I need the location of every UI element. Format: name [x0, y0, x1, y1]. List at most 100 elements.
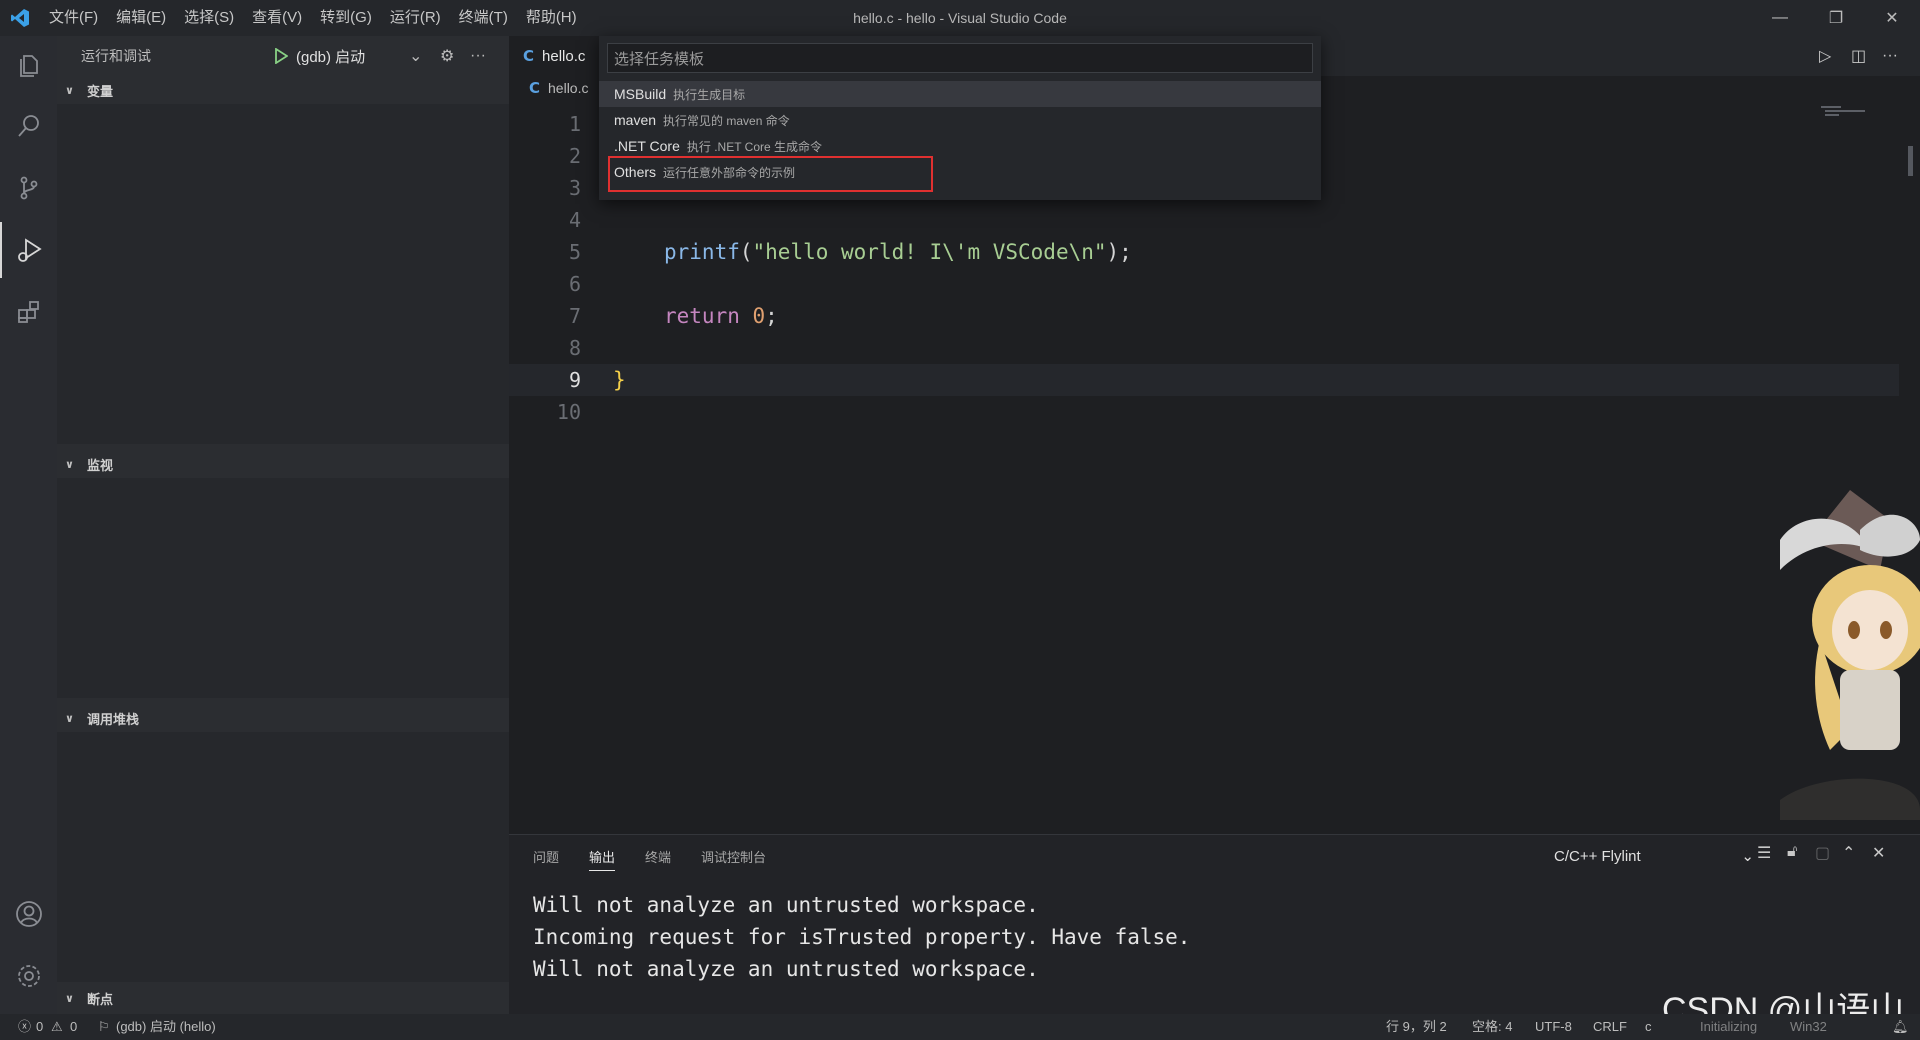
menu-edit[interactable]: 编辑(E) — [107, 0, 175, 36]
run-file-icon[interactable]: ▷ — [1819, 36, 1831, 76]
menu-go[interactable]: 转到(G) — [311, 0, 381, 36]
menu-selection[interactable]: 选择(S) — [175, 0, 243, 36]
chevron-down-icon: ∨ — [65, 84, 74, 97]
chevron-down-icon: ⌄ — [1741, 848, 1754, 865]
quickpick-item-desc: 执行生成目标 — [673, 87, 746, 102]
end-of-line[interactable]: CRLF — [1593, 1014, 1627, 1040]
run-config-label: (gdb) 启动 — [296, 48, 366, 66]
menu-bar: 文件(F) 编辑(E) 选择(S) 查看(V) 转到(G) 运行(R) 终端(T… — [40, 0, 586, 36]
tab-terminal[interactable]: 终端 — [645, 847, 671, 871]
variables-panel — [57, 104, 509, 444]
maximize-panel-icon[interactable]: ⌃ — [1842, 843, 1855, 863]
menu-file[interactable]: 文件(F) — [40, 0, 107, 36]
quickpick-input[interactable]: 选择任务模板 — [607, 43, 1313, 73]
quickpick-item-msbuild[interactable]: MSBuild 执行生成目标 — [599, 81, 1321, 107]
minimap[interactable] — [1811, 104, 1881, 118]
code-line: 7 return 0; — [509, 300, 1899, 332]
code-token-keyword: return — [664, 304, 740, 328]
window-controls: — ❐ ✕ — [1752, 0, 1920, 36]
more-actions-icon[interactable]: ··· — [470, 36, 486, 76]
menu-view[interactable]: 查看(V) — [243, 0, 311, 36]
start-debugging-button[interactable]: (gdb) 启动 — [274, 36, 365, 76]
account-icon[interactable] — [0, 886, 57, 942]
section-watch[interactable]: ∨ 监视 — [57, 452, 509, 476]
chevron-down-icon: ∨ — [65, 992, 74, 1005]
platform-status[interactable]: Win32 — [1790, 1014, 1827, 1040]
play-icon — [275, 48, 288, 64]
extensions-icon[interactable] — [0, 284, 57, 340]
split-editor-icon[interactable]: ◫ — [1851, 36, 1866, 76]
line-number: 3 — [568, 176, 581, 200]
code-token-brace: } — [613, 368, 626, 392]
section-breakpoints[interactable]: ∨ 断点 — [57, 986, 509, 1010]
more-actions-icon[interactable]: ··· — [1882, 36, 1898, 76]
search-icon[interactable] — [0, 98, 57, 154]
restore-icon[interactable]: ❐ — [1808, 0, 1864, 36]
warning-count[interactable]: 0 — [70, 1014, 77, 1040]
section-callstack-label: 调用堆栈 — [87, 711, 140, 727]
code-token-function: printf — [664, 240, 740, 264]
menu-run[interactable]: 运行(R) — [381, 0, 450, 36]
code-token-punct: ( — [739, 240, 753, 264]
error-icon[interactable]: ⓧ — [18, 1014, 31, 1040]
cursor-position[interactable]: 行 9，列 2 — [1386, 1014, 1447, 1040]
debug-status[interactable]: (gdb) 启动 (hello) — [116, 1014, 216, 1040]
code-line: 4 — [509, 204, 1899, 236]
gear-icon[interactable]: ⚙ — [440, 36, 454, 76]
section-variables-label: 变量 — [87, 83, 114, 99]
quickpick-placeholder: 选择任务模板 — [614, 50, 705, 68]
tab-output[interactable]: 输出 — [589, 847, 616, 871]
line-number: 1 — [568, 112, 581, 136]
code-text: printf("hello world! I\'m VSCode\n"); — [664, 240, 1132, 264]
section-callstack[interactable]: ∨ 调用堆栈 — [57, 706, 509, 730]
notifications-bell-icon[interactable]: 🔔︎ — [1892, 1014, 1909, 1040]
line-number: 9 — [568, 368, 581, 392]
clear-output-icon[interactable]: ☰ — [1757, 843, 1771, 863]
indentation[interactable]: 空格: 4 — [1472, 1014, 1512, 1040]
tab-problems[interactable]: 问题 — [533, 847, 559, 871]
settings-gear-icon[interactable] — [0, 948, 57, 1004]
code-line: 6 — [509, 268, 1899, 300]
explorer-icon[interactable] — [0, 36, 57, 92]
encoding[interactable]: UTF-8 — [1535, 1014, 1572, 1040]
scrollbar-thumb[interactable] — [1908, 146, 1913, 176]
output-line: Will not analyze an untrusted workspace. — [533, 893, 1039, 917]
tab-debug-console[interactable]: 调试控制台 — [701, 847, 766, 871]
minimize-icon[interactable]: — — [1752, 0, 1808, 36]
section-variables[interactable]: ∨ 变量 — [57, 78, 509, 102]
line-number: 4 — [568, 208, 581, 232]
watch-panel — [57, 478, 509, 698]
status-bar: ⓧ 0 ⚠ 0 ⚐ (gdb) 启动 (hello) 行 9，列 2 空格: 4… — [0, 1014, 1920, 1040]
menu-terminal[interactable]: 终端(T) — [450, 0, 517, 36]
breadcrumb-file[interactable]: hello.c — [548, 80, 588, 96]
error-count[interactable]: 0 — [36, 1014, 43, 1040]
code-line-current: 9 } — [509, 364, 1899, 396]
tab-label: hello.c — [542, 47, 586, 65]
lock-scroll-icon[interactable]: 🔓︎ — [1787, 843, 1797, 861]
chevron-down-icon: ∨ — [65, 712, 74, 725]
open-log-icon[interactable]: ▢ — [1815, 843, 1830, 863]
line-number: 6 — [568, 272, 581, 296]
code-token-number: 0 — [752, 304, 766, 328]
debug-launch-icon: ⚐ — [98, 1019, 110, 1034]
breadcrumb: C hello.c — [509, 76, 588, 100]
quickpick-item-maven[interactable]: maven 执行常见的 maven 命令 — [599, 107, 1321, 133]
chevron-down-icon[interactable]: ⌄ — [409, 36, 422, 76]
run-debug-icon[interactable] — [0, 222, 57, 278]
close-window-icon[interactable]: ✕ — [1864, 0, 1920, 36]
output-channel-label: C/C++ Flylint — [1554, 847, 1641, 865]
code-text: return 0; — [664, 304, 778, 328]
output-line: Incoming request for isTrusted property.… — [533, 925, 1191, 949]
source-control-icon[interactable] — [0, 160, 57, 216]
line-number: 8 — [568, 336, 581, 360]
warning-icon[interactable]: ⚠ — [51, 1014, 63, 1040]
quickpick-item-label: maven — [614, 112, 657, 128]
tab-hello-c[interactable]: C hello.c — [509, 36, 607, 76]
language-mode[interactable]: c — [1645, 1014, 1652, 1040]
section-breakpoints-label: 断点 — [87, 991, 114, 1007]
output-channel-select[interactable]: C/C++ Flylint ⌄ — [1554, 845, 1754, 867]
menu-help[interactable]: 帮助(H) — [517, 0, 586, 36]
chevron-down-icon: ∨ — [65, 458, 74, 471]
close-panel-icon[interactable]: ✕ — [1872, 843, 1885, 863]
quickpick-item-label: MSBuild — [614, 86, 667, 102]
